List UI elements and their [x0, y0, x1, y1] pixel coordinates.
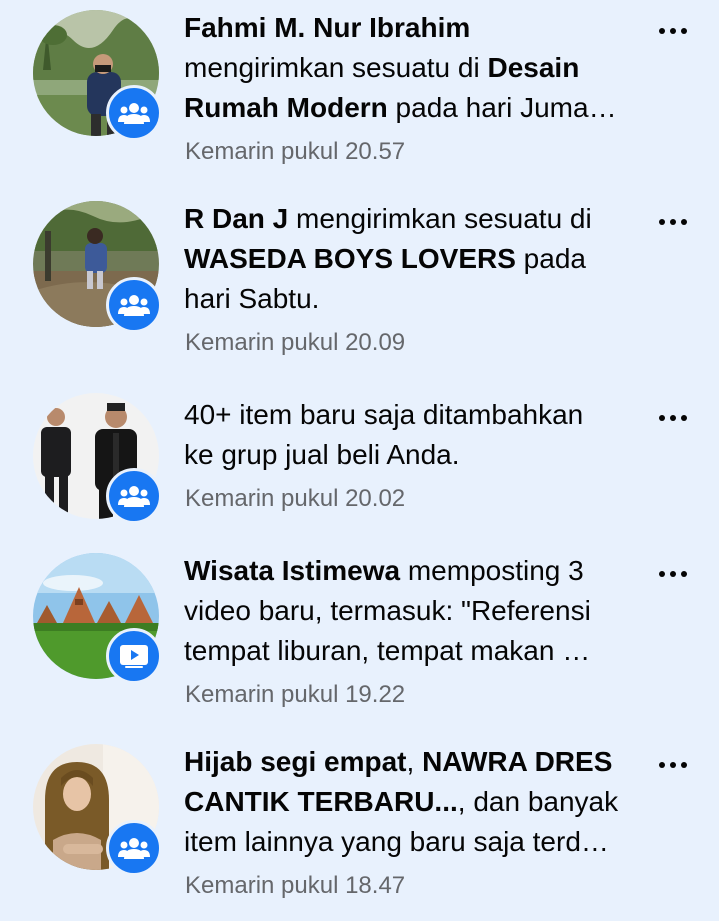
- dot: [670, 571, 676, 577]
- notification-text: Wisata Istimewa memposting 3 video baru,…: [184, 551, 632, 671]
- group-icon: [118, 485, 150, 507]
- notification-line: Fahmi M. Nur Ibrahim: [184, 12, 471, 43]
- dot: [681, 571, 687, 577]
- notification-line: Hijab segi empat, NAWRA DRES: [184, 746, 613, 777]
- group-badge: [106, 277, 162, 333]
- notification-text: Fahmi M. Nur Ibrahim mengirimkan sesuatu…: [184, 8, 632, 128]
- notification-line: Wisata Istimewa memposting 3: [184, 555, 584, 586]
- dot: [659, 571, 665, 577]
- dot: [681, 762, 687, 768]
- group-badge: [106, 468, 162, 524]
- more-options-button[interactable]: [651, 403, 695, 433]
- notification-line: tempat liburan, tempat makan …: [184, 635, 591, 666]
- notification-text: Hijab segi empat, NAWRA DRES CANTIK TERB…: [184, 742, 632, 862]
- notification-line: item lainnya yang baru saja terd…: [184, 826, 609, 857]
- video-badge: [106, 628, 162, 684]
- group-icon: [118, 294, 150, 316]
- group-badge: [106, 820, 162, 876]
- dot: [670, 28, 676, 34]
- notification-list: Fahmi M. Nur Ibrahim mengirimkan sesuatu…: [0, 0, 719, 921]
- notification-timestamp: Kemarin pukul 19.22: [185, 681, 406, 708]
- more-options-button[interactable]: [651, 750, 695, 780]
- notification-line: mengirimkan sesuatu di Desain: [184, 52, 580, 83]
- notification-timestamp: Kemarin pukul 20.57: [185, 138, 406, 165]
- notification-line: video baru, termasuk: "Referensi: [184, 595, 591, 626]
- more-options-button[interactable]: [651, 207, 695, 237]
- dot: [659, 28, 665, 34]
- notification-line: ke grup jual beli Anda.: [184, 439, 460, 470]
- notification-line: CANTIK TERBARU..., dan banyak: [184, 786, 619, 817]
- dot: [659, 415, 665, 421]
- dot: [681, 415, 687, 421]
- group-badge: [106, 85, 162, 141]
- dot: [670, 219, 676, 225]
- dot: [659, 219, 665, 225]
- notification-line: 40+ item baru saja ditambahkan: [184, 399, 584, 430]
- notification-text: R Dan J mengirimkan sesuatu di WASEDA BO…: [184, 199, 632, 319]
- dot: [670, 762, 676, 768]
- more-options-button[interactable]: [651, 16, 695, 46]
- notification-timestamp: Kemarin pukul 20.09: [185, 329, 406, 356]
- notification-line: hari Sabtu.: [184, 283, 320, 314]
- video-icon: [119, 644, 149, 668]
- notification-timestamp: Kemarin pukul 18.47: [185, 872, 406, 899]
- notification-line: Rumah Modern pada hari Juma…: [184, 92, 617, 123]
- dot: [681, 28, 687, 34]
- notification-text: 40+ item baru saja ditambahkan ke grup j…: [184, 395, 632, 475]
- dot: [670, 415, 676, 421]
- dot: [659, 762, 665, 768]
- dot: [681, 219, 687, 225]
- more-options-button[interactable]: [651, 559, 695, 589]
- notification-line: R Dan J mengirimkan sesuatu di: [184, 203, 592, 234]
- group-icon: [118, 102, 150, 124]
- notification-line: WASEDA BOYS LOVERS pada: [184, 243, 586, 274]
- notification-timestamp: Kemarin pukul 20.02: [185, 485, 406, 512]
- group-icon: [118, 837, 150, 859]
